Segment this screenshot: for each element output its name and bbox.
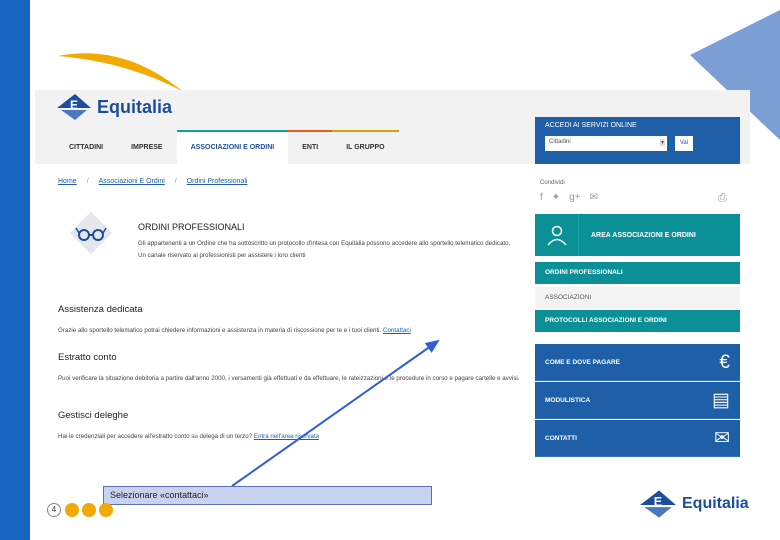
area-riservata-link[interactable]: Entra nell'area riservata: [254, 433, 319, 440]
svg-text:E: E: [70, 98, 78, 112]
main-content: Home / Associazioni E Ordini / Ordini Pr…: [35, 164, 535, 460]
share-icons: f ✦ g+ ✉: [540, 192, 598, 203]
deleghe-text: Hai le credenziali per accedere all'estr…: [58, 433, 253, 440]
document-icon: ▤: [712, 389, 730, 411]
nav-associazioni-e-ordini[interactable]: ASSOCIAZIONI E ORDINI: [176, 130, 289, 164]
user-type-select[interactable]: Cittadini ▾: [545, 136, 667, 151]
online-services-title: ACCEDI AI SERVIZI ONLINE: [545, 122, 637, 129]
decorative-swoosh: [58, 53, 184, 92]
twitter-icon[interactable]: ✦: [552, 192, 560, 203]
go-button[interactable]: Vai: [675, 136, 693, 151]
nav-cittadini[interactable]: CITTADINI: [55, 130, 117, 164]
glasses-icon: [70, 212, 112, 254]
sidebar-item-contatti[interactable]: CONTATTI ✉: [535, 420, 740, 457]
section-deleghe-text: Hai le credenziali per accedere all'estr…: [58, 432, 523, 442]
section-deleghe-title: Gestisci deleghe: [58, 410, 129, 421]
site-logo[interactable]: E Equitalia: [55, 92, 172, 122]
ordini-title: ORDINI PROFESSIONALI: [138, 222, 245, 232]
sidebar-item-associazioni[interactable]: ASSOCIAZIONI: [535, 287, 740, 309]
contatti-label: CONTATTI: [545, 434, 577, 442]
envelope-icon: ✉: [714, 427, 730, 449]
footer-logo: E Equitalia: [638, 488, 749, 520]
print-icon[interactable]: ⎙: [718, 192, 727, 205]
modulistica-label: MODULISTICA: [545, 396, 591, 404]
decorative-dots: [65, 503, 113, 517]
chevron-down-icon: ▾: [659, 139, 665, 146]
user-type-value: Cittadini: [549, 139, 571, 145]
assistenza-text: Grazie allo sportello telematico potrai …: [58, 327, 382, 334]
svg-text:E: E: [654, 495, 662, 509]
section-assistenza-text: Grazie allo sportello telematico potrai …: [58, 326, 523, 336]
breadcrumb-home[interactable]: Home: [58, 178, 77, 185]
euro-icon: €: [719, 351, 730, 373]
google-plus-icon[interactable]: g+: [569, 192, 580, 203]
contattaci-link[interactable]: Contattaci: [383, 327, 411, 334]
pagare-label: COME E DOVE PAGARE: [545, 358, 621, 366]
orange-dot: [65, 503, 79, 517]
site-logo-text: Equitalia: [97, 96, 173, 117]
site-header: E Equitalia CITTADINI IMPRESE ASSOCIAZIO…: [35, 90, 750, 164]
facebook-icon[interactable]: f: [540, 192, 543, 203]
user-icon: [535, 214, 579, 256]
section-estratto-title: Estratto conto: [58, 352, 117, 363]
online-services-row: Cittadini ▾ Vai: [545, 136, 730, 151]
online-services-box: ACCEDI AI SERVIZI ONLINE Cittadini ▾ Vai: [535, 117, 740, 164]
section-estratto-text: Puoi verificare la situazione debitoria …: [58, 375, 520, 382]
equitalia-logo-icon: E: [57, 94, 91, 120]
share-label: Condividi: [540, 180, 565, 186]
mail-icon[interactable]: ✉: [590, 192, 598, 203]
website-screenshot: E Equitalia CITTADINI IMPRESE ASSOCIAZIO…: [35, 90, 750, 460]
orange-dot: [82, 503, 96, 517]
sidebar: Condividi f ✦ g+ ✉ ⎙ AREA ASSOCIAZIONI E…: [535, 164, 750, 460]
nav-enti[interactable]: ENTI: [288, 130, 333, 164]
main-nav: CITTADINI IMPRESE ASSOCIAZIONI E ORDINI …: [55, 130, 399, 164]
area-associazioni-button[interactable]: AREA ASSOCIAZIONI E ORDINI: [535, 214, 740, 256]
breadcrumb: Home / Associazioni E Ordini / Ordini Pr…: [58, 178, 247, 185]
slide-left-bar: [0, 0, 30, 540]
sidebar-item-protocolli[interactable]: PROTOCOLLI ASSOCIAZIONI E ORDINI: [535, 310, 740, 332]
page-number: 4: [47, 503, 61, 517]
breadcrumb-separator: /: [174, 178, 177, 185]
breadcrumb-ordini[interactable]: Ordini Professionali: [187, 178, 248, 185]
ordini-description: Gli appartenenti a un Ordine che ha sott…: [138, 240, 511, 259]
area-associazioni-label: AREA ASSOCIAZIONI E ORDINI: [591, 231, 696, 239]
sidebar-item-pagare[interactable]: COME E DOVE PAGARE €: [535, 344, 740, 381]
nav-imprese[interactable]: IMPRESE: [117, 130, 177, 164]
sidebar-item-ordini[interactable]: ORDINI PROFESSIONALI: [535, 262, 740, 284]
section-assistenza-title: Assistenza dedicata: [58, 304, 143, 315]
nav-il-gruppo[interactable]: IL GRUPPO: [332, 130, 399, 164]
breadcrumb-separator: /: [86, 178, 89, 185]
orange-dot: [99, 503, 113, 517]
instruction-caption: Selezionare «contattaci»: [103, 486, 432, 505]
breadcrumb-associazioni[interactable]: Associazioni E Ordini: [99, 178, 165, 185]
equitalia-logo-icon: E: [640, 490, 676, 518]
footer-logo-text: Equitalia: [682, 495, 749, 512]
sidebar-item-modulistica[interactable]: MODULISTICA ▤: [535, 382, 740, 419]
